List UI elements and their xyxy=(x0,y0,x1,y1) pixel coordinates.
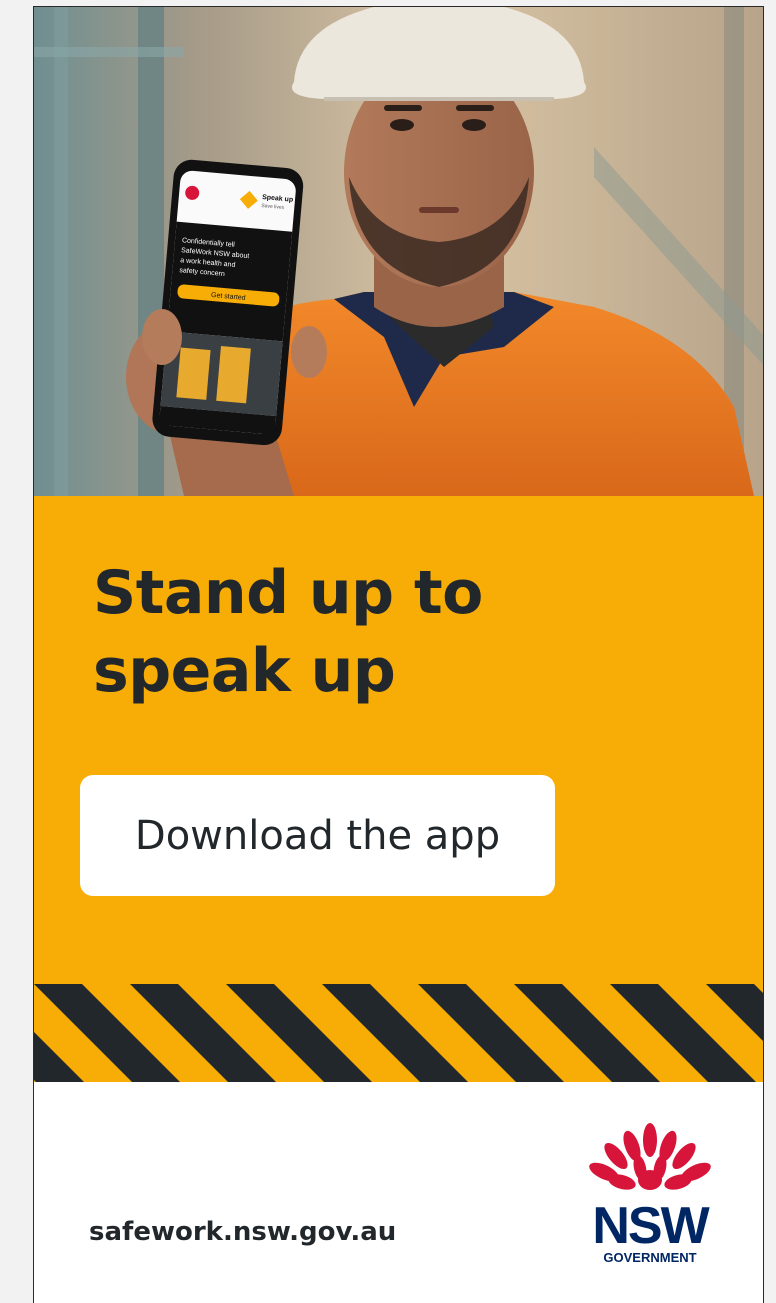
logo-nsw-text: NSW xyxy=(592,1197,709,1255)
download-app-button[interactable]: Download the app xyxy=(80,775,555,896)
nsw-government-logo: NSW GOVERNMENT xyxy=(582,1122,718,1270)
hazard-stripes xyxy=(34,984,763,1082)
waratah-icon xyxy=(589,1123,711,1190)
message-panel: Stand up to speak up Download the app xyxy=(34,496,763,984)
logo-government-text: GOVERNMENT xyxy=(603,1250,697,1265)
headline-bold-2: speak up xyxy=(93,636,396,706)
safework-link[interactable]: safework.nsw.gov.au xyxy=(89,1217,396,1247)
headline-rest-1: to xyxy=(393,558,483,628)
headline: Stand up to speak up xyxy=(93,554,483,710)
safework-ad-banner: Speak up Save lives Confidentially tell … xyxy=(33,6,764,1303)
hero-photo: Speak up Save lives Confidentially tell … xyxy=(34,7,763,496)
headline-bold-1: Stand up xyxy=(93,558,394,628)
footer: safework.nsw.gov.au NSW GOVERNMENT xyxy=(34,1082,763,1303)
